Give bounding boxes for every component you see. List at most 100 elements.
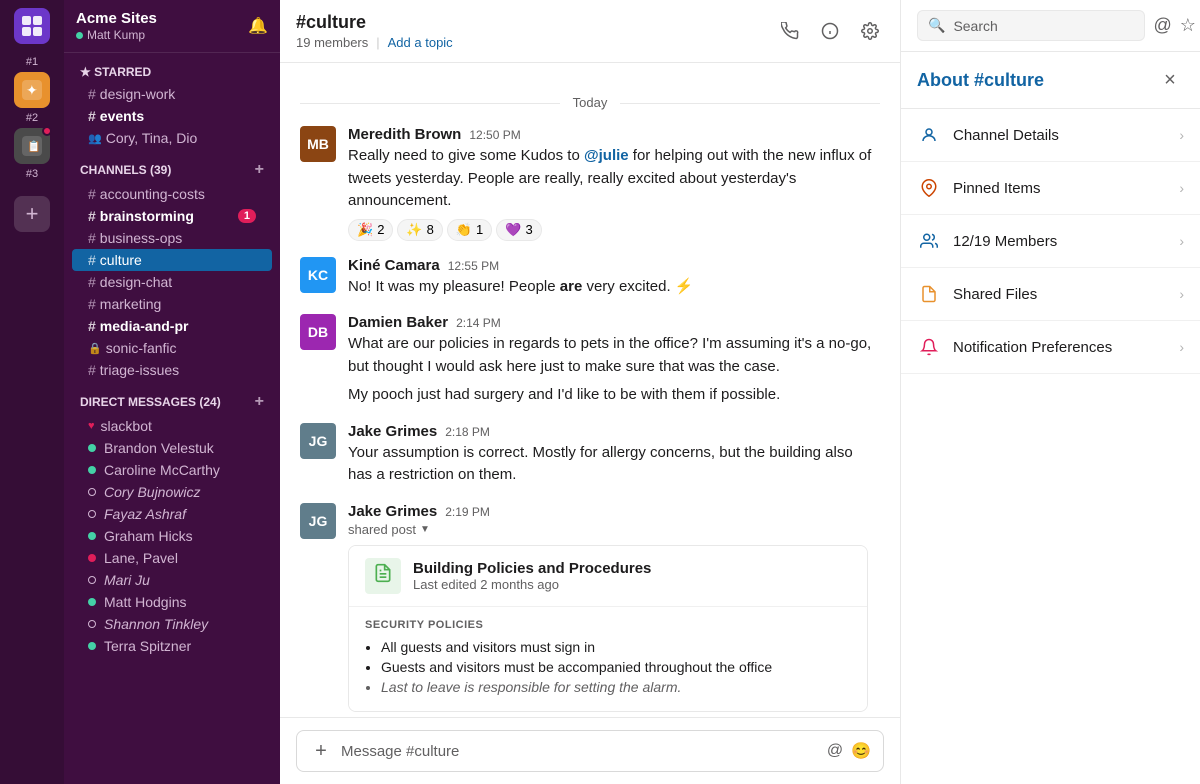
message-author: Jake Grimes — [348, 503, 437, 520]
right-panel-header-top: 🔍 @ ☆ ⋮ — [901, 0, 1200, 52]
message-header: Damien Baker 2:14 PM — [348, 314, 880, 331]
members-icon — [917, 229, 941, 253]
sidebar-item-mari[interactable]: Mari Ju — [72, 569, 272, 591]
search-icon: 🔍 — [928, 17, 945, 34]
sidebar-item-cory-tina-dio[interactable]: 👥 Cory, Tina, Dio — [72, 127, 272, 149]
workspace-nav: #1 ✦ #2 📋 #3 + — [0, 0, 64, 784]
workspace-app-2[interactable]: ✦ — [14, 72, 50, 108]
sidebar-item-matt-hodgins[interactable]: Matt Hodgins — [72, 591, 272, 613]
chevron-right-icon: › — [1179, 286, 1184, 302]
sidebar-item-triage-issues[interactable]: # triage-issues — [72, 359, 272, 381]
sidebar-item-label: sonic-fanfic — [106, 340, 177, 356]
add-workspace-button[interactable]: + — [14, 196, 50, 232]
chevron-right-icon: › — [1179, 180, 1184, 196]
channel-title-area: #culture 19 members | Add a topic — [296, 12, 776, 50]
sidebar-item-graham[interactable]: Graham Hicks — [72, 525, 272, 547]
star-nav-icon[interactable]: ☆ — [1180, 15, 1196, 36]
panel-item-members[interactable]: 12/19 Members › — [901, 215, 1200, 268]
add-topic-link[interactable]: Add a topic — [388, 35, 453, 50]
panel-item-notifications[interactable]: Notification Preferences › — [901, 321, 1200, 374]
sidebar-item-design-chat[interactable]: # design-chat — [72, 271, 272, 293]
sidebar-item-label: media-and-pr — [100, 318, 189, 334]
panel-item-pinned[interactable]: Pinned Items › — [901, 162, 1200, 215]
sidebar-item-label: Lane, Pavel — [104, 550, 178, 566]
sidebar-content: ★ STARRED # design-work # events 👥 Cory,… — [64, 53, 280, 784]
call-icon[interactable] — [776, 17, 804, 45]
sidebar-item-lane[interactable]: Lane, Pavel — [72, 547, 272, 569]
panel-search-input[interactable] — [953, 18, 1134, 34]
sidebar-item-culture[interactable]: # culture — [72, 249, 272, 271]
doc-subtitle: Last edited 2 months ago — [413, 577, 651, 592]
channel-name: #culture — [296, 12, 776, 33]
workspace-label-1: #1 — [26, 56, 38, 68]
sidebar-item-brainstorming[interactable]: # brainstorming 1 — [72, 205, 272, 227]
mention[interactable]: @julie — [584, 147, 629, 164]
message-content: Damien Baker 2:14 PM What are our polici… — [348, 314, 880, 407]
message-author: Damien Baker — [348, 314, 448, 331]
reaction-button[interactable]: ✨ 8 — [397, 219, 442, 241]
offline-status-dot — [88, 576, 96, 584]
workspace-selector[interactable]: Acme Sites Matt Kump — [76, 10, 157, 42]
message-row: MB Meredith Brown 12:50 PM Really need t… — [300, 126, 880, 241]
info-icon[interactable] — [816, 17, 844, 45]
sidebar-item-slackbot[interactable]: ♥ slackbot — [72, 415, 272, 437]
attach-button[interactable]: + — [309, 739, 333, 763]
emoji-icon[interactable]: 😊 — [851, 741, 871, 761]
notifications-bell-icon[interactable]: 🔔 — [248, 16, 268, 36]
message-content: Meredith Brown 12:50 PM Really need to g… — [348, 126, 880, 241]
sidebar-item-label: slackbot — [101, 418, 152, 434]
right-panel-title: About #culture — [917, 70, 1044, 91]
sidebar-item-shannon[interactable]: Shannon Tinkley — [72, 613, 272, 635]
workspace-app-1[interactable] — [14, 8, 50, 44]
at-nav-icon[interactable]: @ — [1153, 15, 1171, 36]
sidebar-item-cory[interactable]: Cory Bujnowicz — [72, 481, 272, 503]
sidebar-item-events[interactable]: # events — [72, 105, 272, 127]
at-icon[interactable]: @ — [827, 742, 843, 760]
message-input[interactable] — [341, 743, 819, 760]
files-icon — [917, 282, 941, 306]
dnd-status-dot — [88, 554, 96, 562]
sidebar-item-caroline[interactable]: Caroline McCarthy — [72, 459, 272, 481]
messages-area: Today MB Meredith Brown 12:50 PM Really … — [280, 63, 900, 717]
panel-items-list: Channel Details › Pinned Items › 12/19 M… — [901, 109, 1200, 374]
message-author: Meredith Brown — [348, 126, 461, 143]
lock-icon: 🔒 — [88, 342, 102, 355]
channels-section-header: CHANNELS (39) + — [64, 149, 280, 183]
reaction-button[interactable]: 💜 3 — [496, 219, 541, 241]
sidebar-item-label: design-chat — [100, 274, 172, 290]
close-panel-button[interactable]: × — [1156, 66, 1184, 94]
add-dm-icon[interactable]: + — [255, 393, 264, 411]
sidebar-item-media-and-pr[interactable]: # media-and-pr — [72, 315, 272, 337]
sidebar-item-accounting-costs[interactable]: # accounting-costs — [72, 183, 272, 205]
reaction-button[interactable]: 👏 1 — [447, 219, 492, 241]
sidebar-item-label: brainstorming — [100, 208, 194, 224]
svg-text:📋: 📋 — [27, 140, 41, 153]
sidebar-item-label: Cory, Tina, Dio — [106, 130, 198, 146]
add-channel-icon[interactable]: + — [255, 161, 264, 179]
sidebar-item-label: Brandon Velestuk — [104, 440, 214, 456]
sidebar-item-marketing[interactable]: # marketing — [72, 293, 272, 315]
settings-icon[interactable] — [856, 17, 884, 45]
list-item: All guests and visitors must sign in — [381, 639, 851, 655]
workspace-app-3[interactable]: 📋 — [14, 128, 50, 164]
sidebar-item-business-ops[interactable]: # business-ops — [72, 227, 272, 249]
reaction-button[interactable]: 🎉 2 — [348, 219, 393, 241]
message-content: Jake Grimes 2:19 PM shared post ▼ — [348, 503, 880, 712]
online-status-dot — [88, 642, 96, 650]
panel-item-channel-details[interactable]: Channel Details › — [901, 109, 1200, 162]
sidebar-item-brandon[interactable]: Brandon Velestuk — [72, 437, 272, 459]
sidebar-item-label: Caroline McCarthy — [104, 462, 220, 478]
message-row: JG Jake Grimes 2:19 PM shared post ▼ — [300, 503, 880, 712]
sidebar-item-label: Shannon Tinkley — [104, 616, 208, 632]
panel-item-shared-files[interactable]: Shared Files › — [901, 268, 1200, 321]
doc-card-header: Building Policies and Procedures Last ed… — [349, 546, 867, 607]
sidebar-item-fayaz[interactable]: Fayaz Ashraf — [72, 503, 272, 525]
sidebar-item-terra[interactable]: Terra Spitzner — [72, 635, 272, 657]
message-text: Really need to give some Kudos to @julie… — [348, 145, 880, 213]
sidebar-item-sonic-fanfic[interactable]: 🔒 sonic-fanfic — [72, 337, 272, 359]
offline-status-dot — [88, 488, 96, 496]
heart-icon: ♥ — [88, 420, 95, 432]
message-time: 12:50 PM — [469, 128, 520, 142]
dropdown-arrow-icon[interactable]: ▼ — [420, 524, 430, 535]
sidebar-item-design-work[interactable]: # design-work — [72, 83, 272, 105]
